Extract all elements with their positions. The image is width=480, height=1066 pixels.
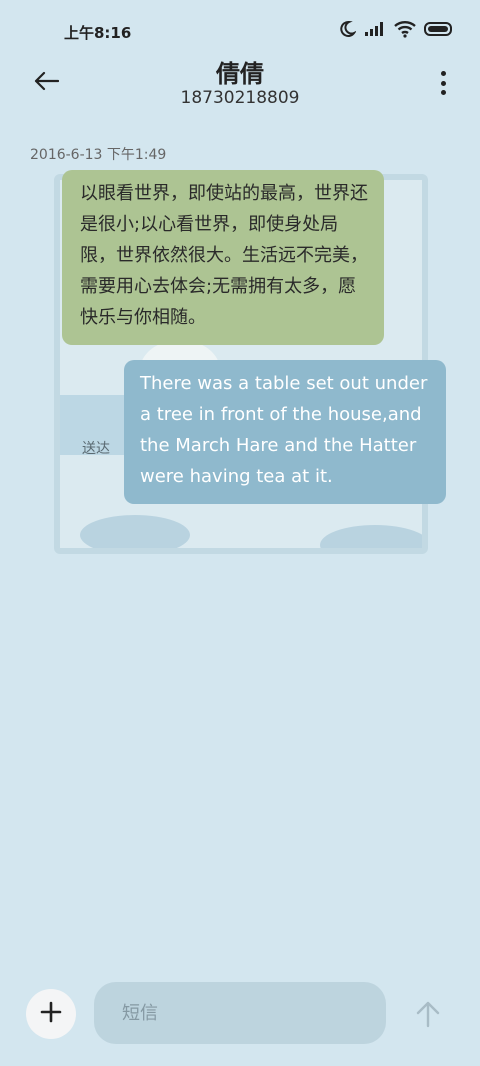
moon-icon bbox=[338, 20, 357, 42]
message-input-container bbox=[94, 982, 386, 1044]
contact-name: 倩倩 bbox=[216, 60, 264, 88]
status-icons bbox=[338, 20, 454, 42]
send-button[interactable] bbox=[408, 996, 448, 1036]
more-vertical-icon-dot bbox=[440, 71, 446, 76]
delivery-status: 送达 bbox=[82, 441, 110, 457]
illustration-lily-pad bbox=[80, 515, 190, 548]
send-arrow-icon bbox=[415, 1000, 441, 1032]
battery-icon bbox=[424, 21, 454, 41]
message-timestamp: 2016-6-13 下午1:49 bbox=[30, 147, 167, 163]
wifi-icon bbox=[394, 20, 416, 42]
incoming-message-bubble[interactable]: 以眼看世界，即使站的最高，世界还是很小;以心看世界，即使身处局限，世界依然很大。… bbox=[62, 170, 384, 345]
outgoing-message-bubble[interactable]: There was a table set out under a tree i… bbox=[124, 360, 446, 504]
add-attachment-button[interactable] bbox=[26, 989, 76, 1039]
illustration-lily-pad bbox=[320, 525, 422, 548]
message-input[interactable] bbox=[120, 1001, 360, 1025]
more-options-button[interactable] bbox=[436, 68, 450, 98]
more-vertical-icon-dot bbox=[440, 80, 446, 86]
plus-icon bbox=[40, 1001, 62, 1027]
conversation-header: 倩倩 18730218809 bbox=[0, 50, 480, 120]
status-time: 上午8:16 bbox=[64, 24, 132, 42]
signal-icon bbox=[364, 21, 386, 41]
contact-number: 18730218809 bbox=[180, 88, 300, 108]
more-vertical-icon-dot bbox=[440, 90, 446, 95]
